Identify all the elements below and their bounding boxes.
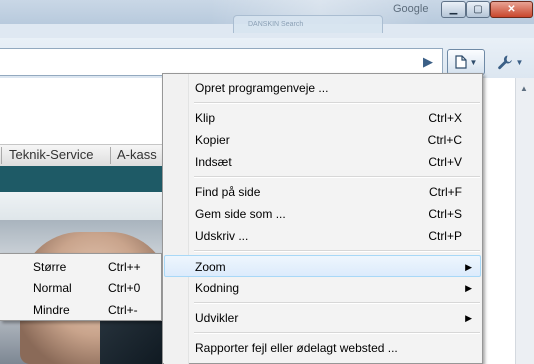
menu-item-label: Normal [33, 281, 72, 295]
menu-item-developer[interactable]: Udvikler ▶ [164, 307, 481, 329]
zoom-reset-item[interactable]: Normal Ctrl+0 [0, 277, 160, 299]
menu-item-label: Klip [195, 111, 216, 125]
menu-item-label: Indsæt [195, 155, 232, 169]
menu-separator [194, 250, 480, 252]
menu-item-shortcut: Ctrl+V [428, 155, 462, 169]
maximize-icon: ▢ [473, 3, 483, 15]
menu-item-create-shortcuts[interactable]: Opret programgenveje ... [164, 77, 481, 99]
page-menu-button[interactable]: ▼ [447, 49, 485, 75]
minimize-button[interactable]: ▁ [441, 1, 466, 18]
menu-item-label: Opret programgenveje ... [195, 81, 329, 95]
background-tab[interactable]: DANSKIN Search [233, 15, 383, 33]
chevron-down-icon: ▼ [515, 57, 524, 67]
menu-item-label: Udvikler [195, 311, 239, 325]
chevron-right-icon: ▶ [465, 262, 472, 272]
vertical-scrollbar[interactable] [515, 78, 534, 364]
minimize-icon: ▁ [449, 3, 458, 15]
nav-item-a-kasse[interactable]: A-kass [117, 144, 157, 166]
window-title: Google [393, 3, 429, 15]
tools-menu-button[interactable]: ▼ [490, 49, 530, 75]
menu-item-label: Find på side [195, 185, 261, 199]
menu-item-label: Mindre [33, 303, 70, 317]
close-icon: ✕ [507, 3, 516, 15]
menu-item-shortcut: Ctrl+P [428, 229, 462, 243]
menu-item-find[interactable]: Find på side Ctrl+F [164, 181, 481, 203]
zoom-out-item[interactable]: Mindre Ctrl+- [0, 299, 160, 321]
menu-separator [194, 302, 480, 304]
menu-item-shortcut: Ctrl+S [428, 207, 462, 221]
menu-item-label: Kodning [195, 281, 240, 295]
menu-separator [194, 176, 480, 178]
menu-item-shortcut: Ctrl+X [428, 111, 462, 125]
menu-item-label: Kopier [195, 133, 230, 147]
menu-item-label: Større [33, 260, 67, 274]
site-subheader-band [0, 192, 170, 220]
zoom-in-item[interactable]: Større Ctrl++ [0, 256, 160, 278]
menu-item-report-issue[interactable]: Rapporter fejl eller ødelagt websted ... [164, 337, 481, 359]
nav-item-teknik-service[interactable]: Teknik-Service [9, 144, 94, 166]
go-button[interactable]: ▶ [418, 52, 438, 72]
menu-item-shortcut: Ctrl++ [108, 260, 141, 274]
menu-item-shortcut: Ctrl+- [108, 303, 138, 317]
menu-item-label: Gem side som ... [195, 207, 286, 221]
menu-item-cut[interactable]: Klip Ctrl+X [164, 107, 481, 129]
go-arrow-icon: ▶ [423, 54, 433, 69]
page-icon [454, 55, 467, 69]
wrench-icon [497, 55, 512, 70]
chevron-down-icon: ▼ [469, 57, 478, 67]
menu-item-copy[interactable]: Kopier Ctrl+C [164, 129, 481, 151]
menu-item-shortcut: Ctrl+C [427, 133, 462, 147]
scroll-up-icon[interactable]: ▲ [518, 84, 530, 94]
menu-separator [194, 102, 480, 104]
menu-item-label: Udskriv ... [195, 229, 249, 243]
menu-item-label: Zoom [195, 260, 226, 274]
menu-item-encoding[interactable]: Kodning ▶ [164, 277, 481, 299]
menu-item-save-page[interactable]: Gem side som ... Ctrl+S [164, 203, 481, 225]
menu-item-shortcut: Ctrl+0 [108, 281, 141, 295]
menu-item-paste[interactable]: Indsæt Ctrl+V [164, 151, 481, 173]
menu-item-print[interactable]: Udskriv ... Ctrl+P [164, 225, 481, 247]
menu-item-shortcut: Ctrl+F [429, 185, 462, 199]
chevron-right-icon: ▶ [465, 283, 472, 293]
menu-separator [194, 332, 480, 334]
nav-divider [110, 147, 111, 164]
site-header-band [0, 166, 170, 192]
chevron-right-icon: ▶ [465, 313, 472, 323]
address-bar[interactable] [0, 48, 443, 76]
close-button[interactable]: ✕ [490, 1, 533, 18]
menu-item-label: Rapporter fejl eller ødelagt websted ... [195, 341, 398, 355]
nav-divider [1, 147, 2, 164]
menu-item-zoom[interactable]: Zoom ▶ [164, 255, 481, 277]
maximize-button[interactable]: ▢ [466, 1, 490, 18]
